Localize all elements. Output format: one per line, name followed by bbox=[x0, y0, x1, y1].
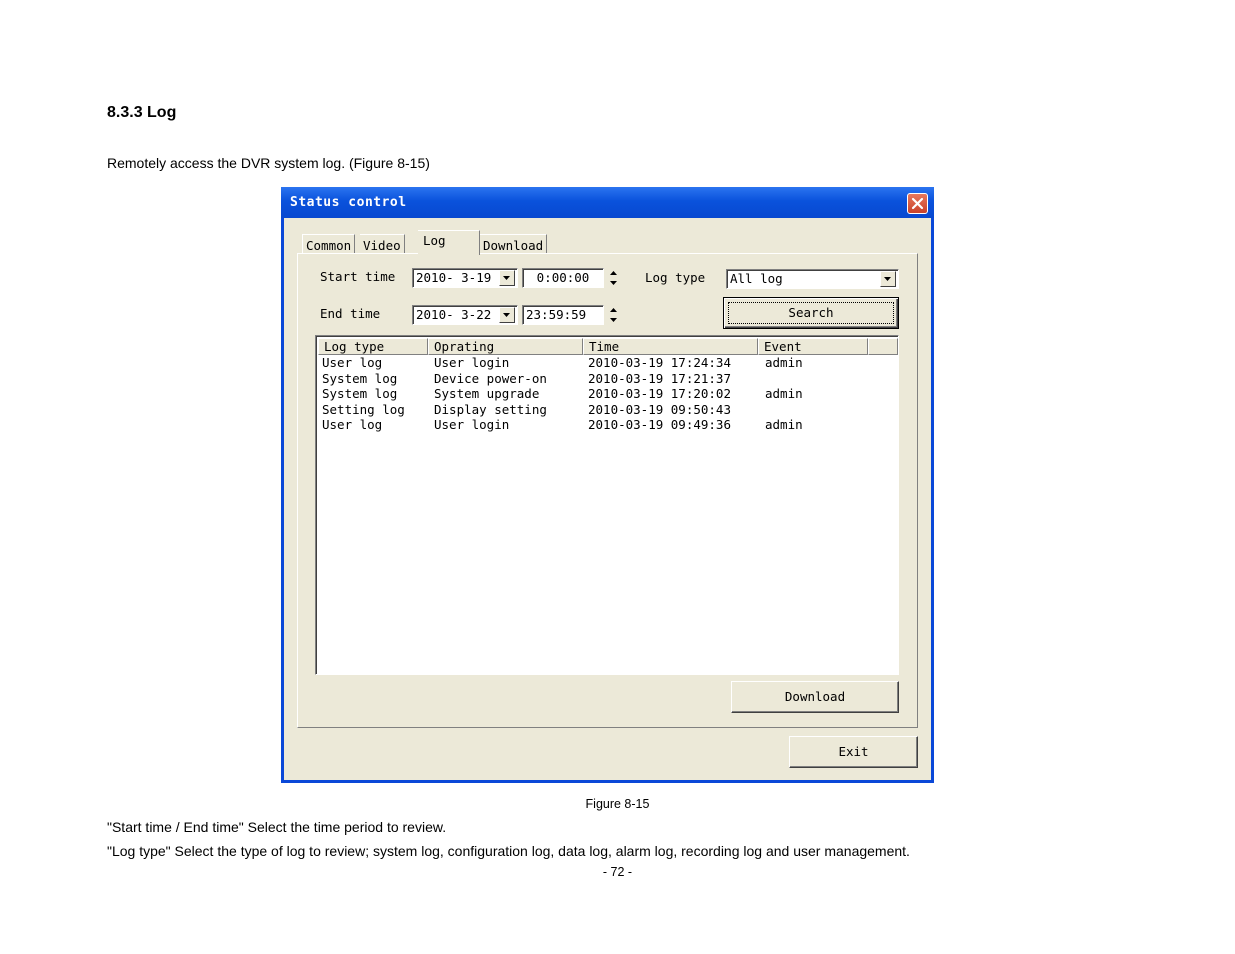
table-row[interactable]: System log System upgrade 2010-03-19 17:… bbox=[318, 386, 896, 402]
tab-download[interactable]: Download bbox=[480, 234, 548, 254]
figure-caption: Figure 8-15 bbox=[585, 797, 650, 811]
download-button-label: Download bbox=[784, 689, 846, 704]
cell-log-type: User log bbox=[322, 417, 383, 432]
download-button[interactable]: Download bbox=[731, 681, 899, 713]
spin-down-button[interactable] bbox=[605, 278, 624, 288]
spin-up-button[interactable] bbox=[605, 305, 624, 315]
log-type-select[interactable]: All log bbox=[726, 269, 899, 289]
table-row[interactable]: User log User login 2010-03-19 17:24:34 … bbox=[318, 355, 896, 371]
tab-log[interactable]: Log bbox=[418, 230, 480, 255]
cell-operating: User login bbox=[434, 355, 510, 370]
cell-time: 2010-03-19 17:21:37 bbox=[588, 370, 731, 386]
paragraph-start-end-time: "Start time / End time" Select the time … bbox=[107, 819, 447, 835]
cell-log-type: User log bbox=[322, 355, 383, 370]
cell-time: 2010-03-19 17:24:34 bbox=[588, 355, 731, 370]
log-list[interactable]: Log type Oprating Time Event User log Us… bbox=[315, 335, 899, 675]
end-date-picker[interactable]: 2010- 3-22 bbox=[412, 305, 518, 325]
spin-down-button[interactable] bbox=[605, 315, 624, 325]
cell-operating: System upgrade bbox=[434, 386, 540, 401]
cell-time: 2010-03-19 17:20:02 bbox=[588, 386, 731, 401]
tab-common-label: Common bbox=[306, 238, 352, 253]
column-header-filler bbox=[868, 338, 898, 355]
cell-log-type: System log bbox=[322, 386, 398, 401]
cell-operating: Device power-on bbox=[434, 370, 547, 386]
title-bar[interactable]: Status control bbox=[281, 187, 934, 218]
start-date-picker[interactable]: 2010- 3-19 bbox=[412, 268, 518, 288]
cell-event: admin bbox=[765, 417, 803, 432]
end-time-field[interactable]: 23:59:59 bbox=[522, 305, 604, 325]
tab-video-label: Video bbox=[363, 238, 401, 253]
cell-operating: Display setting bbox=[434, 401, 547, 417]
search-button-label: Search bbox=[788, 305, 834, 320]
end-date-dropdown-button[interactable] bbox=[499, 307, 515, 323]
column-header-operating[interactable]: Oprating bbox=[428, 338, 583, 355]
cell-event: admin bbox=[765, 386, 803, 401]
end-time-spinner[interactable] bbox=[605, 305, 624, 325]
spin-up-icon bbox=[610, 271, 617, 275]
spin-down-icon bbox=[610, 281, 617, 285]
close-icon bbox=[911, 197, 924, 210]
intro-text: Remotely access the DVR system log. (Fig… bbox=[107, 155, 430, 171]
end-time-value: 23:59:59 bbox=[526, 307, 587, 322]
cell-time: 2010-03-19 09:50:43 bbox=[588, 401, 731, 417]
column-header-event[interactable]: Event bbox=[758, 338, 868, 355]
paragraph-log-type: "Log type" Select the type of log to rev… bbox=[107, 843, 910, 859]
start-time-field[interactable]: 0:00:00 bbox=[522, 268, 604, 288]
start-date-value: 2010- 3-19 bbox=[416, 270, 492, 285]
spin-down-icon bbox=[610, 318, 617, 322]
cell-operating: User login bbox=[434, 417, 510, 432]
spin-up-button[interactable] bbox=[605, 268, 624, 278]
exit-button[interactable]: Exit bbox=[789, 736, 918, 768]
end-date-value: 2010- 3-22 bbox=[416, 307, 492, 322]
start-time-label: Start time bbox=[320, 269, 396, 284]
table-row[interactable]: User log User login 2010-03-19 09:49:36 … bbox=[318, 417, 896, 433]
search-button[interactable]: Search bbox=[723, 297, 899, 329]
log-type-value: All log bbox=[730, 271, 783, 286]
chevron-down-icon bbox=[503, 276, 510, 280]
tab-common[interactable]: Common bbox=[302, 234, 356, 254]
tab-video[interactable]: Video bbox=[360, 234, 405, 254]
log-type-label: Log type bbox=[645, 270, 706, 285]
cell-time: 2010-03-19 09:49:36 bbox=[588, 417, 731, 432]
chevron-down-icon bbox=[884, 277, 891, 281]
cell-log-type: System log bbox=[322, 370, 398, 386]
window-title: Status control bbox=[290, 195, 407, 210]
section-heading: 8.3.3 Log bbox=[107, 104, 177, 121]
start-time-value: 0:00:00 bbox=[536, 270, 590, 285]
cell-log-type: Setting log bbox=[322, 401, 405, 417]
close-button[interactable] bbox=[907, 193, 928, 214]
column-header-log-type[interactable]: Log type bbox=[318, 338, 428, 355]
end-time-label: End time bbox=[320, 306, 381, 321]
chevron-down-icon bbox=[503, 313, 510, 317]
tab-download-label: Download bbox=[483, 238, 544, 253]
tab-log-label: Log bbox=[423, 233, 446, 248]
start-time-spinner[interactable] bbox=[605, 268, 624, 288]
table-row[interactable]: Setting log Display setting 2010-03-19 0… bbox=[318, 402, 896, 418]
exit-button-label: Exit bbox=[838, 744, 869, 759]
column-header-time[interactable]: Time bbox=[583, 338, 758, 355]
page-number: - 72 - bbox=[602, 865, 633, 879]
table-row[interactable]: System log Device power-on 2010-03-19 17… bbox=[318, 371, 896, 387]
log-type-dropdown-button[interactable] bbox=[880, 271, 896, 287]
cell-event: admin bbox=[765, 355, 803, 370]
spin-up-icon bbox=[610, 308, 617, 312]
start-date-dropdown-button[interactable] bbox=[499, 270, 515, 286]
